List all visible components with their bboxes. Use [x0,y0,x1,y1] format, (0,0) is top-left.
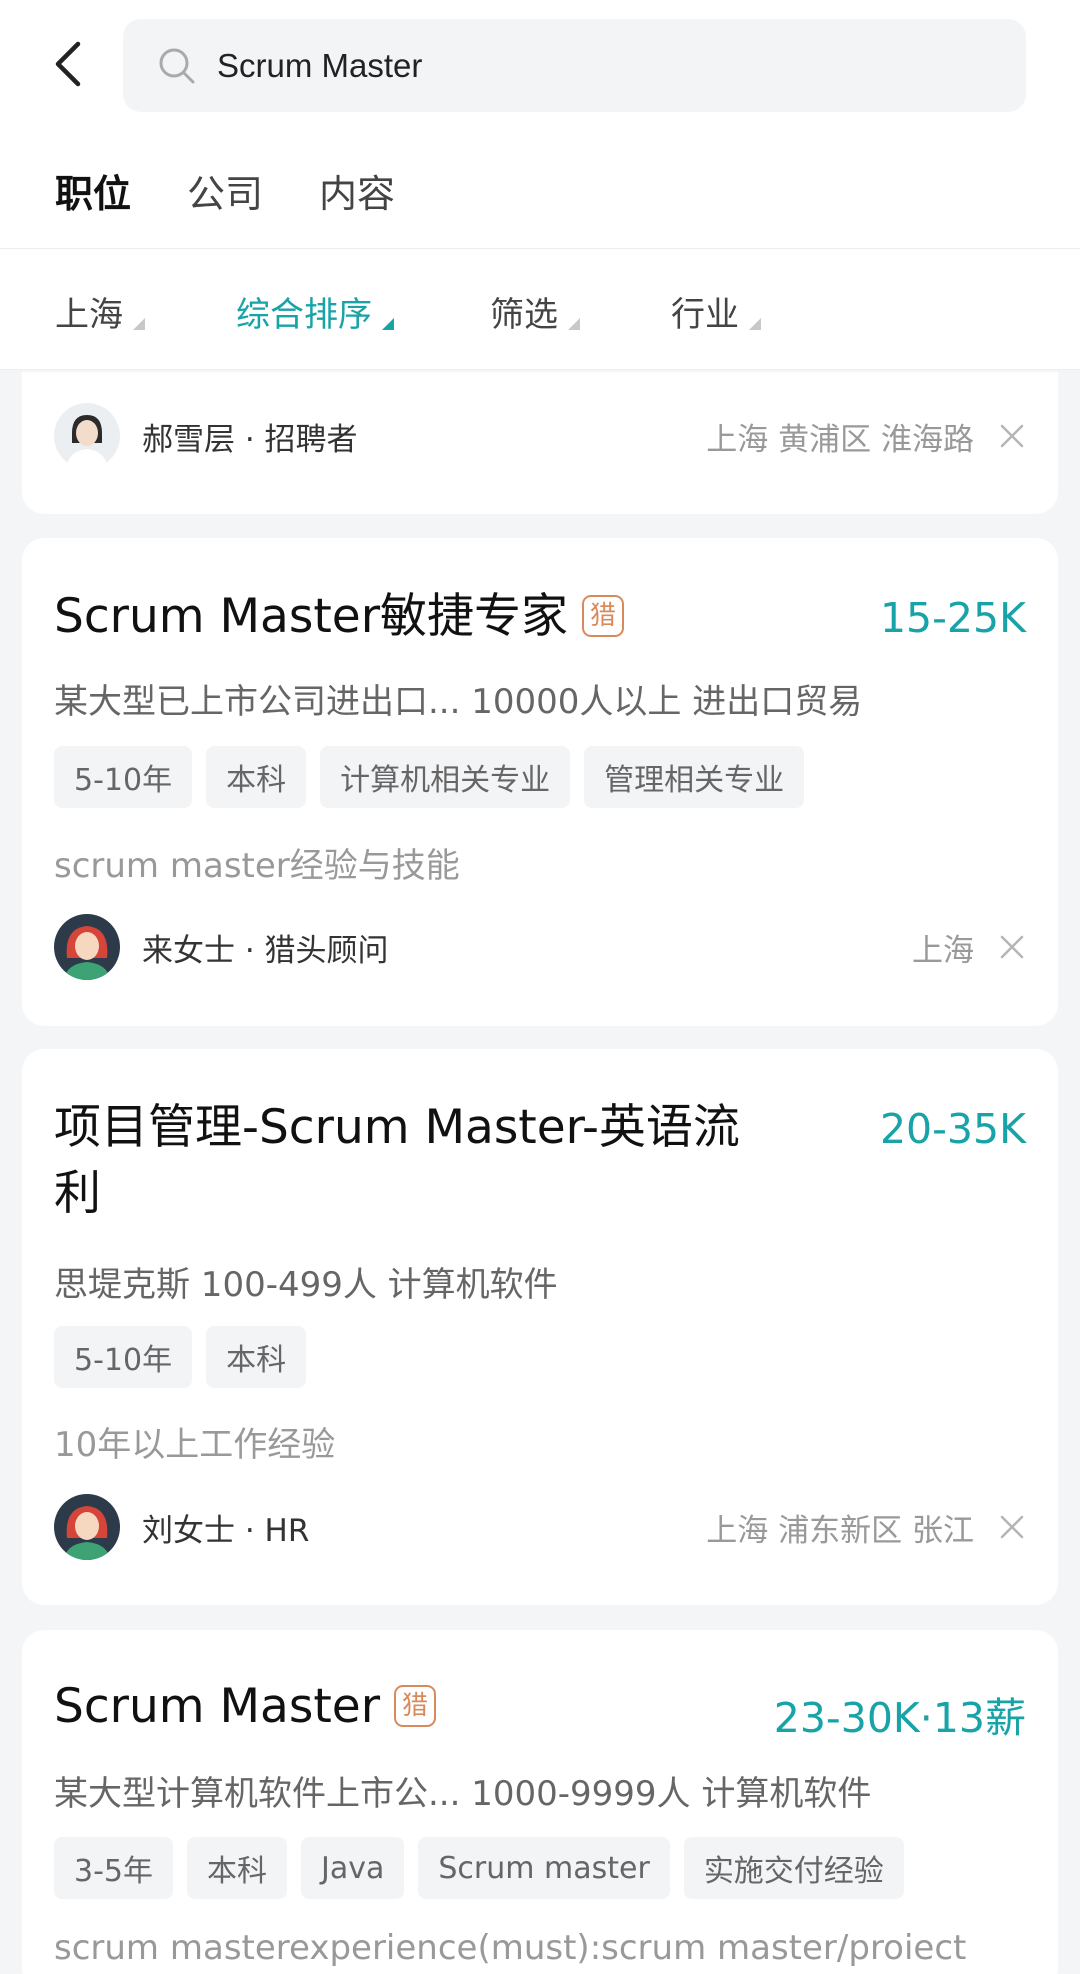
recruiter-name: 刘女士 · HR [142,1512,310,1549]
dropdown-triangle-icon [133,318,145,330]
close-icon[interactable] [998,1513,1026,1541]
company-info: 某大型已上市公司进出口... 10000人以上 进出口贸易 [54,682,863,722]
filter-screen-label: 筛选 [490,295,558,335]
job-location: 上海 浦东新区 张江 [706,1512,974,1549]
filter-city-label: 上海 [55,295,123,335]
salary: 15-25K [879,594,1026,642]
job-title: Scrum Master 猎 [54,1674,437,1740]
tag-list: 5-10年 本科 计算机相关专业 管理相关专业 [54,746,818,808]
job-title-text: Scrum Master敏捷专家 [54,589,569,644]
headhunter-badge: 猎 [394,1684,437,1727]
salary: 23-30K·13薪 [773,1694,1026,1742]
search-query[interactable]: Scrum Master [217,47,422,85]
recruiter-name: 郝雪层 · 招聘者 [142,421,358,458]
tab-companies[interactable]: 公司 [187,163,263,218]
tag: 管理相关专业 [584,746,805,808]
dropdown-triangle-icon [568,318,580,330]
chevron-left-icon [55,41,81,87]
tag-list: 5-10年 本科 [54,1326,320,1388]
job-card[interactable]: Scrum Master 猎 23-30K·13薪 某大型计算机软件上市公... … [22,1630,1058,1974]
avatar [54,914,120,980]
job-title: Scrum Master敏捷专家猎 [54,584,625,650]
tag: 5-10年 [54,1326,193,1388]
tab-positions[interactable]: 职位 [55,163,131,218]
filter-industry[interactable]: 行业 [671,287,761,336]
filter-industry-label: 行业 [671,295,739,335]
job-card-partial[interactable]: 郝雪层 · 招聘者 上海 黄浦区 淮海路 [22,372,1058,514]
tag: 5-10年 [54,746,193,808]
tag: Java [301,1837,405,1899]
avatar [54,1494,120,1560]
job-location: 上海 黄浦区 淮海路 [706,421,974,458]
job-location: 上海 [912,932,974,969]
tab-content[interactable]: 内容 [319,163,395,218]
tag: 实施交付经验 [683,1837,904,1899]
back-button[interactable] [44,36,90,92]
headhunter-badge: 猎 [582,594,625,637]
job-card[interactable]: 项目管理-Scrum Master-英语流 利 20-35K 思堤克斯 100-… [22,1049,1058,1605]
job-title-line: 利 [54,1166,101,1221]
close-icon[interactable] [998,933,1026,961]
tag: Scrum master [418,1837,670,1899]
job-title-line: 项目管理-Scrum Master-英语流 [54,1100,740,1155]
filter-sort-label: 综合排序 [236,295,372,335]
company-info: 某大型计算机软件上市公... 1000-9999人 计算机软件 [54,1774,872,1814]
search-icon [157,46,197,86]
search-input[interactable]: Scrum Master [123,19,1026,112]
dropdown-triangle-icon [382,318,394,330]
recruiter-row: 来女士 · 猎头顾问 上海 [54,914,1026,980]
job-title: 项目管理-Scrum Master-英语流 利 [54,1095,740,1227]
job-description: scrum master经验与技能 [54,846,460,886]
job-card[interactable]: Scrum Master敏捷专家猎 15-25K 某大型已上市公司进出口... … [22,538,1058,1026]
job-title-text: Scrum Master [54,1679,381,1734]
header: Scrum Master 职位 公司 内容 [0,0,1080,248]
dropdown-triangle-icon [749,318,761,330]
recruiter-row: 刘女士 · HR 上海 浦东新区 张江 [54,1494,1026,1560]
filter-city[interactable]: 上海 [55,287,145,336]
recruiter-name: 来女士 · 猎头顾问 [142,932,389,969]
tag-list: 3-5年 本科 Java Scrum master 实施交付经验 [54,1837,918,1899]
recruiter-row: 郝雪层 · 招聘者 上海 黄浦区 淮海路 [54,403,1026,469]
tag: 计算机相关专业 [320,746,571,808]
salary: 20-35K [879,1105,1026,1153]
job-description: 10年以上工作经验 [54,1425,336,1465]
avatar [54,403,120,469]
tag: 本科 [206,746,307,808]
company-info: 思堤克斯 100-499人 计算机软件 [54,1265,558,1305]
result-tabs: 职位 公司 内容 [55,160,451,220]
tag: 本科 [187,1837,287,1899]
tag: 本科 [206,1326,307,1388]
filter-bar: 上海 综合排序 筛选 行业 [0,249,1080,370]
filter-screen[interactable]: 筛选 [490,287,580,336]
close-icon[interactable] [998,422,1026,450]
job-description: scrum masterexperience(must):scrum maste… [54,1928,967,1968]
filter-sort[interactable]: 综合排序 [236,287,394,336]
tag: 3-5年 [54,1837,173,1899]
